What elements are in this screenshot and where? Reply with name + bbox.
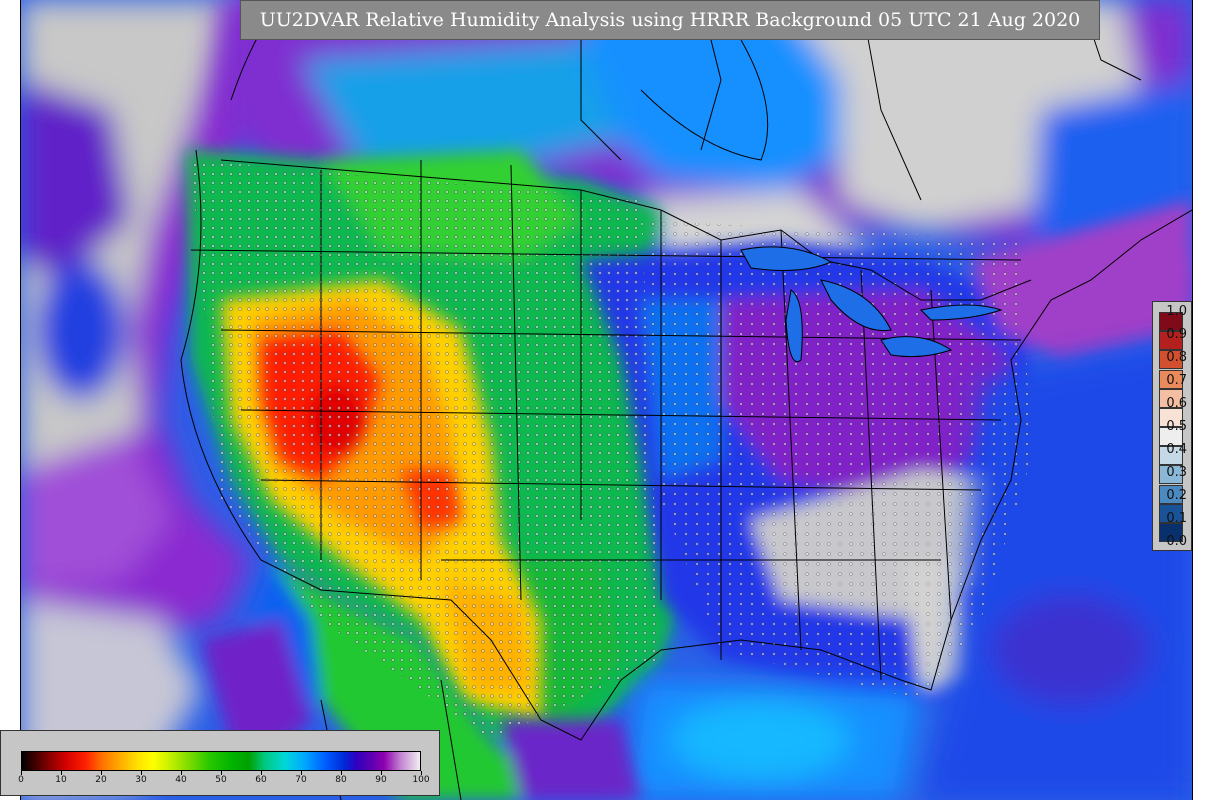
- colorbar-tick-label: 100: [412, 775, 430, 785]
- legend-label: 0.0: [1166, 534, 1187, 549]
- colorbar-tick-label: 10: [55, 775, 67, 785]
- colorbar-tick-label: 40: [175, 775, 187, 785]
- legend-label: 0.5: [1166, 419, 1187, 434]
- humidity-colorbar: [21, 751, 421, 771]
- humidity-map: [21, 0, 1192, 800]
- legend-label: 0.7: [1166, 373, 1187, 388]
- legend-label: 0.1: [1166, 511, 1187, 526]
- error-scale-legend: 1.0 0.9 0.8 0.7 0.6 0.5 0.4 0.3 0.2 0.1 0.0: [1152, 301, 1192, 551]
- colorbar-tick-label: 20: [95, 775, 107, 785]
- legend-label: 0.4: [1166, 442, 1187, 457]
- colorbar-tick-label: 70: [295, 775, 307, 785]
- legend-label: 0.6: [1166, 396, 1187, 411]
- colorbar-tick-label: 90: [375, 775, 387, 785]
- map-title: UU2DVAR Relative Humidity Analysis using…: [240, 0, 1100, 40]
- colorbar-tick-label: 30: [135, 775, 147, 785]
- colorbar-tick-label: 80: [335, 775, 347, 785]
- colorbar-tick-label: 50: [215, 775, 227, 785]
- humidity-colorbar-legend: 0 10 20 30 40 50 60 70 80 90 100: [0, 730, 440, 796]
- map-panel: [20, 0, 1193, 800]
- colorbar-tick-label: 60: [255, 775, 267, 785]
- legend-label: 0.8: [1166, 350, 1187, 365]
- legend-label: 1.0: [1166, 304, 1187, 319]
- legend-label: 0.3: [1166, 465, 1187, 480]
- legend-label: 0.2: [1166, 488, 1187, 503]
- colorbar-tick-label: 0: [18, 775, 24, 785]
- legend-label: 0.9: [1166, 327, 1187, 342]
